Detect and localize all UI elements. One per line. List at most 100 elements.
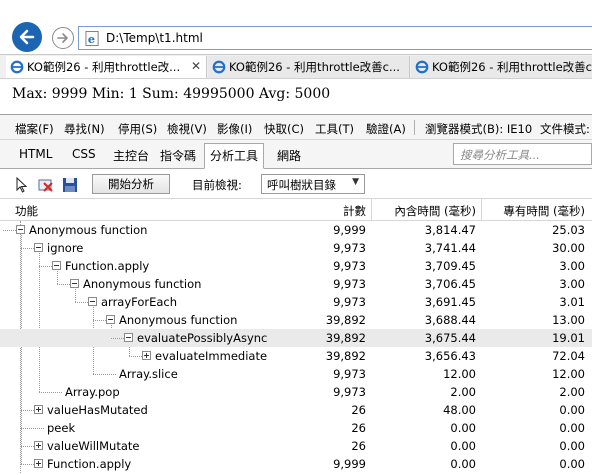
menu-validate[interactable]: 驗證(A) xyxy=(366,121,406,137)
call-tree-row[interactable]: Array.pop 9,973 2.00 2.00 xyxy=(0,383,592,401)
function-name: ignore xyxy=(47,241,84,255)
tab-title: KO範例26 - 利用throttle改善c... xyxy=(229,60,400,74)
expand-icon[interactable] xyxy=(34,441,43,450)
select-pointer-icon[interactable] xyxy=(14,177,30,193)
collapse-icon[interactable] xyxy=(52,261,61,270)
forward-arrow-icon xyxy=(57,33,68,43)
call-tree-row[interactable]: Anonymous function 9,973 3,706.45 3.00 xyxy=(0,275,592,293)
browser-tab-strip: KO範例26 - 利用throttle改... ✕ KO範例26 - 利用thr… xyxy=(0,54,592,78)
menu-file[interactable]: 檔案(F) xyxy=(15,121,54,137)
call-tree-row[interactable]: peek 26 0.00 0.00 xyxy=(0,419,592,437)
column-divider[interactable] xyxy=(371,199,372,221)
call-tree-row[interactable]: evaluatePossiblyAsync 39,892 3,675.44 19.01 xyxy=(0,329,592,347)
column-exclusive-time[interactable]: 專有時間 (毫秒) xyxy=(495,203,585,219)
inclusive-cell: 3,691.45 xyxy=(424,295,476,309)
call-tree-row[interactable]: Array.slice 9,973 12.00 12.00 xyxy=(0,365,592,383)
inclusive-cell: 0.00 xyxy=(450,439,476,453)
save-icon[interactable] xyxy=(62,177,78,193)
exclusive-cell: 0.00 xyxy=(559,421,585,435)
exclusive-cell: 12.00 xyxy=(552,367,585,381)
function-name: Function.apply xyxy=(47,457,132,471)
call-tree: Anonymous function 9,999 3,814.47 25.03 igno… xyxy=(0,221,592,475)
menu-disable[interactable]: 停用(S) xyxy=(118,121,157,137)
function-name: evaluateImmediate xyxy=(155,349,268,363)
tab-network[interactable]: 網路 xyxy=(277,147,301,164)
expand-icon[interactable] xyxy=(34,459,43,468)
ie-tab-icon xyxy=(10,60,24,74)
call-tree-row[interactable]: valueHasMutated 26 48.00 0.00 xyxy=(0,401,592,419)
exclusive-cell: 25.03 xyxy=(552,223,585,237)
browser-tab[interactable]: KO範例26 - 利用throttle改... ✕ xyxy=(6,56,207,78)
browser-nav-bar: e D:\Temp\t1.html xyxy=(0,0,592,52)
column-function[interactable]: 功能 xyxy=(15,203,38,219)
function-name: Anonymous function xyxy=(83,277,202,291)
collapse-icon[interactable] xyxy=(124,333,133,342)
tree-guide-line xyxy=(21,410,34,411)
collapse-icon[interactable] xyxy=(70,279,79,288)
count-cell: 9,973 xyxy=(333,295,366,309)
tree-guide-line xyxy=(93,374,116,375)
tab-title: KO範例26 - 利用throttle改... xyxy=(27,60,181,74)
menu-document-mode[interactable]: 文件模式: xyxy=(540,121,590,137)
column-divider[interactable] xyxy=(481,199,482,221)
column-count[interactable]: 計數 xyxy=(340,203,366,219)
view-select[interactable]: 呼叫樹狀目錄 ▼ xyxy=(261,174,365,194)
call-tree-row[interactable]: valueWillMutate 26 0.00 0.00 xyxy=(0,437,592,455)
expand-icon[interactable] xyxy=(142,351,151,360)
tab-css[interactable]: CSS xyxy=(72,147,96,161)
count-cell: 9,973 xyxy=(333,385,366,399)
call-tree-header: 功能 計數 內含時間 (毫秒) 專有時間 (毫秒) xyxy=(0,199,592,221)
collapse-icon[interactable] xyxy=(34,243,43,252)
tree-guide-line xyxy=(21,464,34,465)
profiler-toolbar: 開始分析 目前檢視: 呼叫樹狀目錄 ▼ xyxy=(0,169,592,199)
tab-console[interactable]: 主控台 xyxy=(113,147,149,164)
count-cell: 9,973 xyxy=(333,259,366,273)
call-tree-row[interactable]: ignore 9,973 3,741.44 30.00 xyxy=(0,239,592,257)
tree-guide-line xyxy=(21,428,44,429)
function-name: Anonymous function xyxy=(29,223,148,237)
browser-tab[interactable]: KO範例26 - 利用throttle改善c xyxy=(411,56,592,78)
menu-tools[interactable]: 工具(T) xyxy=(315,121,354,137)
address-bar[interactable]: e D:\Temp\t1.html xyxy=(78,26,592,50)
start-profiling-button[interactable]: 開始分析 xyxy=(92,174,170,194)
svg-text:e: e xyxy=(88,32,95,46)
forward-button[interactable] xyxy=(52,27,74,49)
menu-cache[interactable]: 快取(C) xyxy=(264,121,304,137)
chevron-down-icon: ▼ xyxy=(352,177,359,187)
collapse-icon[interactable] xyxy=(16,225,25,234)
call-tree-row[interactable]: arrayForEach 9,973 3,691.45 3.01 xyxy=(0,293,592,311)
menu-view[interactable]: 檢視(V) xyxy=(167,121,207,137)
call-tree-row[interactable]: Function.apply 9,999 0.00 0.00 xyxy=(0,455,592,473)
call-tree-row[interactable]: Anonymous function 9,999 3,814.47 25.03 xyxy=(0,221,592,239)
tab-html[interactable]: HTML xyxy=(19,147,52,161)
call-tree-row[interactable]: Anonymous function 39,892 3,688.44 13.00 xyxy=(0,311,592,329)
call-tree-row[interactable]: Function.apply 9,973 3,709.45 3.00 xyxy=(0,257,592,275)
profiler-search-input[interactable]: 搜尋分析工具... xyxy=(453,143,592,165)
tree-guide-line xyxy=(57,284,70,285)
menu-browser-mode[interactable]: 瀏覽器模式(B): IE10 xyxy=(425,121,532,137)
inclusive-cell: 3,709.45 xyxy=(424,259,476,273)
menu-images[interactable]: 影像(I) xyxy=(217,121,252,137)
collapse-icon[interactable] xyxy=(88,297,97,306)
devtools-menu-bar: 檔案(F) 尋找(N) 停用(S) 檢視(V) 影像(I) 快取(C) 工具(T… xyxy=(0,115,592,140)
column-inclusive-time[interactable]: 內含時間 (毫秒) xyxy=(386,203,476,219)
exclusive-cell: 13.00 xyxy=(552,313,585,327)
tree-guide-line xyxy=(21,248,34,249)
function-name: Anonymous function xyxy=(119,313,238,327)
function-name: arrayForEach xyxy=(101,295,178,309)
expand-icon[interactable] xyxy=(34,405,43,414)
clear-cache-icon[interactable] xyxy=(38,177,54,193)
menu-find[interactable]: 尋找(N) xyxy=(64,121,105,137)
close-icon[interactable]: ✕ xyxy=(191,59,201,73)
back-button[interactable] xyxy=(12,22,42,52)
function-name: valueWillMutate xyxy=(47,439,140,453)
exclusive-cell: 0.00 xyxy=(559,403,585,417)
exclusive-cell: 3.00 xyxy=(559,277,585,291)
ie-page-icon: e xyxy=(85,31,99,46)
tab-script[interactable]: 指令碼 xyxy=(160,147,196,164)
collapse-icon[interactable] xyxy=(106,315,115,324)
address-url[interactable]: D:\Temp\t1.html xyxy=(106,31,203,45)
call-tree-row[interactable]: evaluateImmediate 39,892 3,656.43 72.04 xyxy=(0,347,592,365)
tab-profiler[interactable]: 分析工具 xyxy=(204,143,265,169)
browser-tab[interactable]: KO範例26 - 利用throttle改善c... xyxy=(208,56,410,78)
